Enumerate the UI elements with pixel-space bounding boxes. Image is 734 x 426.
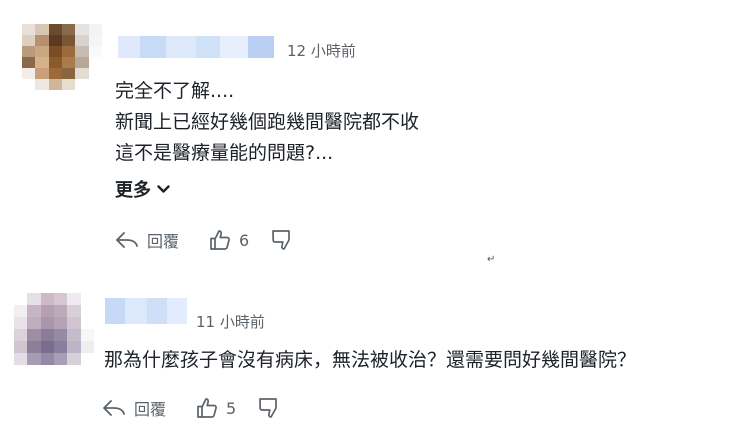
- comment-item: 12 小時前 完全不了解.... 新聞上已經好幾個跑幾間醫院都不收 這不是醫療量…: [0, 0, 734, 270]
- thumbs-down-icon: [272, 230, 291, 250]
- thumbs-up-icon: [197, 398, 217, 418]
- comment-item: 11 小時前 那為什麼孩子會沒有病床，無法被收治？還需要問好幾間醫院？ 回覆 5: [0, 275, 734, 426]
- chevron-down-icon: [157, 184, 170, 193]
- text-cursor: ↵: [487, 254, 496, 265]
- comment-line: 新聞上已經好幾個跑幾間醫院都不收: [115, 111, 420, 133]
- username-redacted[interactable]: [105, 298, 187, 324]
- comment-line: 那為什麼孩子會沒有病床，無法被收治？還需要問好幾間醫院？: [104, 349, 637, 371]
- comment-actions: 回覆 5: [102, 396, 280, 420]
- comment-text: 完全不了解.... 新聞上已經好幾個跑幾間醫院都不收 這不是醫療量能的問題?..…: [115, 76, 419, 169]
- comment-actions: 回覆 6: [115, 228, 293, 252]
- reply-icon: [103, 400, 125, 416]
- comment-line: 完全不了解....: [115, 80, 235, 102]
- reply-icon: [116, 232, 138, 248]
- like-button[interactable]: 5: [196, 397, 236, 419]
- like-count: 6: [239, 230, 250, 250]
- username-redacted[interactable]: [118, 36, 274, 58]
- comment-text: 那為什麼孩子會沒有病床，無法被收治？還需要問好幾間醫院？: [104, 345, 636, 376]
- thumbs-up-icon: [210, 230, 230, 250]
- reply-button[interactable]: 回覆: [102, 396, 166, 420]
- reply-button[interactable]: 回覆: [115, 228, 179, 252]
- thumbs-down-icon: [259, 398, 278, 418]
- timestamp: 11 小時前: [196, 313, 265, 331]
- dislike-button[interactable]: [271, 229, 293, 251]
- like-count: 5: [226, 398, 237, 418]
- dislike-button[interactable]: [258, 397, 280, 419]
- like-button[interactable]: 6: [209, 229, 249, 251]
- timestamp: 12 小時前: [287, 42, 356, 60]
- show-more-button[interactable]: 更多: [115, 176, 170, 202]
- avatar[interactable]: [14, 293, 94, 365]
- reply-label: 回覆: [134, 400, 167, 419]
- reply-label: 回覆: [147, 232, 180, 251]
- show-more-label: 更多: [115, 180, 151, 201]
- avatar[interactable]: [22, 24, 102, 90]
- comment-line: 這不是醫療量能的問題?...: [115, 142, 334, 164]
